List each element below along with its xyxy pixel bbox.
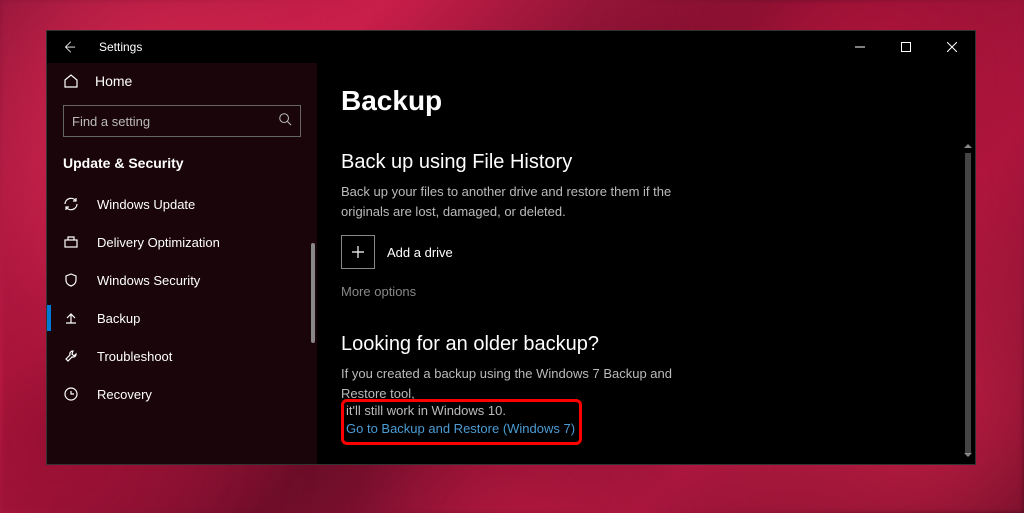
sidebar-item-label: Backup [97,311,140,326]
section-older-backup-desc-line1: If you created a backup using the Window… [341,364,721,403]
annotation-highlight-box: it'll still work in Windows 10. Go to Ba… [341,399,582,445]
add-drive-row[interactable]: Add a drive [341,235,951,269]
sidebar-item-label: Troubleshoot [97,349,172,364]
content-scrollbar[interactable] [965,153,971,453]
sidebar-item-label: Delivery Optimization [97,235,220,250]
home-nav-item[interactable]: Home [47,63,317,99]
chevron-up-icon [964,142,972,150]
sidebar-item-recovery[interactable]: Recovery [47,375,317,413]
back-button[interactable] [47,31,91,63]
chevron-down-icon [964,451,972,459]
recovery-icon [63,386,79,402]
sidebar-item-backup[interactable]: Backup [47,299,317,337]
wrench-icon [63,348,79,364]
category-header: Update & Security [47,147,317,185]
sidebar-item-windows-security[interactable]: Windows Security [47,261,317,299]
sidebar-item-label: Windows Security [97,273,200,288]
backup-icon [63,310,79,326]
section-older-backup-title: Looking for an older backup? [341,333,951,356]
minimize-button[interactable] [837,31,883,63]
home-label: Home [95,73,132,89]
close-icon [947,42,957,52]
settings-window: Settings Home [46,30,976,465]
backup-restore-win7-link[interactable]: Go to Backup and Restore (Windows 7) [346,421,575,436]
sync-icon [63,196,79,212]
content-area: Backup Back up using File History Back u… [317,63,975,464]
section-older-backup-desc-line2: it'll still work in Windows 10. [346,403,506,418]
sidebar-item-delivery-optimization[interactable]: Delivery Optimization [47,223,317,261]
close-button[interactable] [929,31,975,63]
search-icon [278,112,292,131]
section-file-history-title: Back up using File History [341,151,951,174]
maximize-icon [901,42,911,52]
sidebar-item-windows-update[interactable]: Windows Update [47,185,317,223]
nav-list: Windows Update Delivery Optimization Win… [47,185,317,413]
arrow-left-icon [62,40,76,54]
plus-icon [350,244,366,260]
window-body: Home Update & Security Windows Update [47,63,975,464]
sidebar-scrollbar[interactable] [311,243,315,343]
sidebar: Home Update & Security Windows Update [47,63,317,464]
search-input[interactable] [72,114,278,129]
add-drive-label: Add a drive [387,245,453,260]
window-title: Settings [91,40,142,54]
sidebar-item-label: Recovery [97,387,152,402]
window-controls [837,31,975,63]
maximize-button[interactable] [883,31,929,63]
sidebar-item-troubleshoot[interactable]: Troubleshoot [47,337,317,375]
add-drive-button[interactable] [341,235,375,269]
section-file-history-desc: Back up your files to another drive and … [341,182,721,221]
sidebar-item-label: Windows Update [97,197,195,212]
minimize-icon [855,42,865,52]
home-icon [63,73,79,89]
page-title: Backup [341,85,951,117]
delivery-icon [63,234,79,250]
shield-icon [63,272,79,288]
titlebar: Settings [47,31,975,63]
scroll-up-button[interactable] [963,141,973,151]
more-options-link[interactable]: More options [341,284,416,299]
scroll-down-button[interactable] [963,450,973,460]
search-box[interactable] [63,105,301,137]
